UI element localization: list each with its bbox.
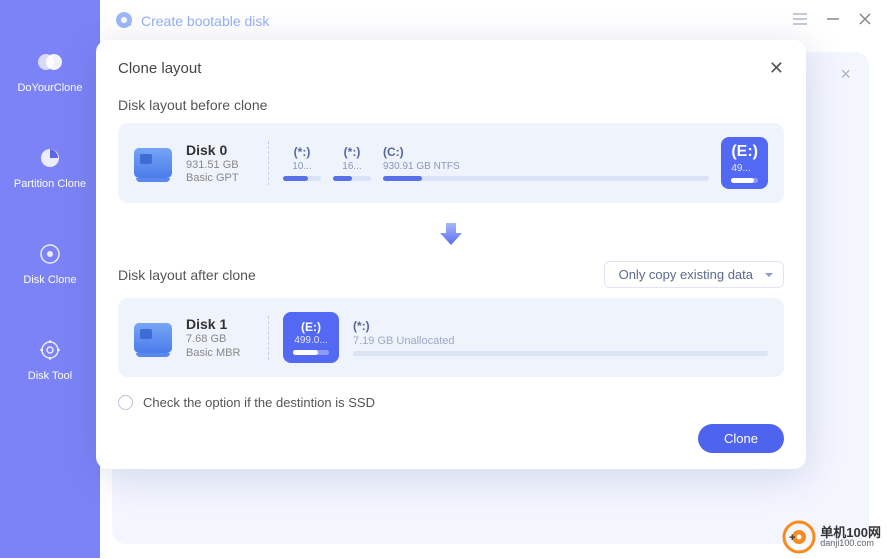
close-icon[interactable] [858, 12, 872, 31]
clone-layout-modal: Clone layout ✕ Disk layout before clone … [96, 40, 806, 469]
bg-close-icon[interactable]: × [840, 64, 851, 85]
disk-clone-icon [36, 240, 64, 268]
sidebar-item-disk-tool[interactable]: Disk Tool [0, 326, 100, 402]
ssd-checkbox-row[interactable]: Check the option if the destintion is SS… [118, 395, 784, 410]
disk-icon [134, 323, 172, 353]
sidebar-item-label: DoYourClone [0, 82, 100, 94]
modal-title: Clone layout [118, 60, 201, 77]
gear-icon [36, 336, 64, 364]
arrow-down-icon [436, 219, 466, 249]
topbar-title: Create bootable disk [141, 13, 269, 29]
menu-icon[interactable] [792, 12, 808, 31]
logo-icon [36, 48, 64, 76]
partition-item-e[interactable]: (E:) 49... [721, 137, 768, 189]
divider [268, 141, 269, 185]
disk-icon [134, 148, 172, 178]
sidebar-item-disk-clone[interactable]: Disk Clone [0, 230, 100, 306]
disk-name: Disk 1 [186, 316, 254, 332]
bootable-disk-icon [115, 11, 133, 32]
partition-item[interactable]: (*:) 16... [333, 145, 371, 181]
disk-type: Basic MBR [186, 347, 254, 359]
disk-info: Disk 0 931.51 GB Basic GPT [186, 142, 254, 184]
disk-name: Disk 0 [186, 142, 254, 158]
sidebar-item-label: Partition Clone [0, 178, 100, 190]
clone-button[interactable]: Clone [698, 424, 784, 453]
topbar: Create bootable disk [100, 0, 887, 42]
disk-info: Disk 1 7.68 GB Basic MBR [186, 316, 254, 358]
watermark: + 单机100网 danji100.com [782, 520, 881, 554]
disk-before-row: Disk 0 931.51 GB Basic GPT (*:) 10... (*… [118, 123, 784, 203]
before-clone-label: Disk layout before clone [118, 97, 784, 113]
watermark-logo-icon: + [782, 520, 816, 554]
disk-after-row: Disk 1 7.68 GB Basic MBR (E:) 499.0... (… [118, 298, 784, 377]
partition-item[interactable]: (C:) 930.91 GB NTFS [383, 145, 709, 181]
disk-size: 931.51 GB [186, 158, 254, 172]
svg-text:+: + [789, 532, 795, 544]
sidebar: DoYourClone Partition Clone Disk Clone D… [0, 0, 100, 558]
divider [268, 316, 269, 360]
topbar-title-area: Create bootable disk [115, 11, 269, 32]
partition-item[interactable]: (*:) 10... [283, 145, 321, 181]
sidebar-item-doyourclone[interactable]: DoYourClone [0, 38, 100, 114]
disk-type: Basic GPT [186, 172, 254, 184]
ssd-checkbox-label: Check the option if the destintion is SS… [143, 395, 375, 410]
modal-close-icon[interactable]: ✕ [769, 58, 784, 79]
checkbox-icon[interactable] [118, 395, 133, 410]
copy-mode-dropdown[interactable]: Only copy existing data [604, 261, 784, 288]
after-clone-label: Disk layout after clone [118, 267, 256, 283]
sidebar-item-label: Disk Tool [0, 370, 100, 382]
partition-item-e[interactable]: (E:) 499.0... [283, 312, 339, 363]
sidebar-item-label: Disk Clone [0, 274, 100, 286]
watermark-url: danji100.com [820, 539, 881, 548]
disk-size: 7.68 GB [186, 332, 254, 346]
partitions-before: (*:) 10... (*:) 16... (C:) 930.91 GB NTF… [283, 137, 768, 189]
partition-unallocated[interactable]: (*:) 7.19 GB Unallocated [353, 319, 768, 356]
minimize-icon[interactable] [826, 12, 840, 31]
pie-icon [36, 144, 64, 172]
sidebar-item-partition-clone[interactable]: Partition Clone [0, 134, 100, 210]
